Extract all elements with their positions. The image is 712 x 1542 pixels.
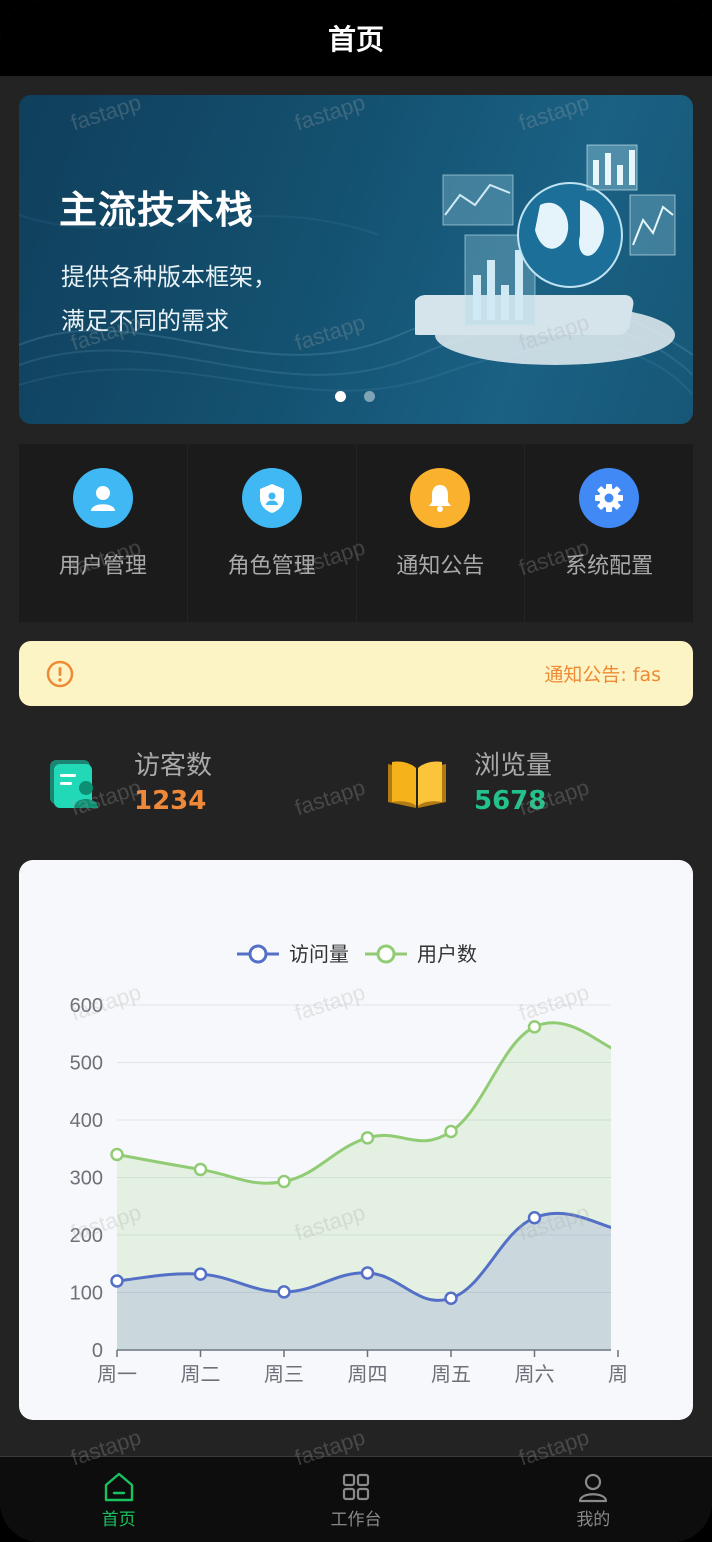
- legend-marker: [248, 944, 268, 964]
- stat-label: 访客数: [134, 751, 213, 781]
- carousel-dot-1[interactable]: [335, 391, 346, 402]
- banner-subtitle-line2: 满足不同的需求: [61, 307, 229, 335]
- page-title: 首页: [327, 23, 384, 56]
- tab-mine[interactable]: 我的: [475, 1457, 712, 1542]
- menu-item-label: 系统配置: [565, 554, 654, 579]
- home-icon: [104, 1472, 133, 1502]
- data-point: [527, 1020, 542, 1034]
- y-tick-label: 300: [70, 1168, 103, 1190]
- banner-carousel[interactable]: 主流技术栈 提供各种版本框架， 满足不同的需求: [19, 95, 693, 424]
- notice-bar[interactable]: 通知公告: fas: [19, 641, 693, 706]
- tab-label: 首页: [101, 1510, 136, 1530]
- menu-item-notice[interactable]: 通知公告: [357, 444, 526, 622]
- x-tick-label: 周三: [264, 1362, 304, 1386]
- data-point: [613, 1224, 624, 1235]
- banner-subtitle-line1: 提供各种版本框架，: [61, 263, 277, 291]
- grid-icon: [342, 1473, 370, 1501]
- legend-label: 用户数: [417, 942, 477, 966]
- plot-area: [110, 1020, 624, 1350]
- shield-icon: [241, 468, 302, 528]
- quick-menu-grid: 用户管理 角色管理 通知公告 系统配置: [19, 444, 693, 622]
- data-point: [277, 1285, 291, 1299]
- exclamation-circle-icon: [46, 660, 74, 688]
- navbar: 首页: [0, 0, 712, 76]
- menu-item-role-management[interactable]: 角色管理: [188, 444, 357, 622]
- menu-item-label: 用户管理: [58, 554, 147, 579]
- y-tick-label: 200: [70, 1225, 103, 1247]
- menu-item-user-management[interactable]: 用户管理: [19, 444, 188, 622]
- tab-label: 我的: [576, 1510, 611, 1530]
- watermark-text: fastapp: [291, 774, 369, 821]
- gear-icon: [579, 468, 640, 528]
- person-icon: [579, 1473, 608, 1503]
- menu-item-system-config[interactable]: 系统配置: [525, 444, 693, 622]
- data-point: [613, 1046, 624, 1057]
- tab-workbench[interactable]: 工作台: [237, 1457, 474, 1542]
- globe-dashboard-illustration: [415, 144, 676, 365]
- data-point: [110, 1147, 124, 1162]
- data-point: [360, 1131, 375, 1145]
- phone-screen: 首页 主流技术栈 提供各种版本框架， 满足不同的需求 用户管理 角色管理 通知公…: [0, 0, 712, 1542]
- bottom-tab-bar: 首页 工作台 我的: [0, 1456, 712, 1542]
- menu-item-label: 通知公告: [396, 554, 485, 579]
- data-point: [277, 1174, 291, 1189]
- data-point: [444, 1124, 458, 1139]
- x-tick-label: 周二: [181, 1362, 221, 1386]
- y-tick-label: 400: [70, 1110, 103, 1132]
- y-tick-label: 0: [92, 1340, 103, 1362]
- legend-marker: [376, 944, 396, 964]
- data-point: [360, 1266, 375, 1280]
- bell-icon: [410, 468, 471, 528]
- data-point: [193, 1162, 208, 1177]
- data-point: [193, 1267, 208, 1281]
- y-tick-label: 600: [70, 995, 103, 1017]
- x-tick-label: 周: [608, 1362, 628, 1386]
- visitor-card-icon: [50, 760, 98, 808]
- chart-card: 0 100 200 300 400 500 600 周一 周二 周三 周四 周五 周六 周 访问量 用户数: [19, 860, 693, 1420]
- user-icon: [72, 468, 133, 528]
- book-icon: [388, 761, 446, 808]
- stat-value: 1234: [134, 786, 207, 816]
- banner-title: 主流技术栈: [59, 188, 255, 232]
- menu-item-label: 角色管理: [227, 554, 316, 579]
- data-point: [527, 1211, 542, 1225]
- x-tick-label: 周五: [431, 1362, 471, 1386]
- data-point: [444, 1291, 458, 1305]
- legend-label: 访问量: [289, 942, 349, 966]
- stat-label: 浏览量: [474, 751, 553, 781]
- x-tick-label: 周四: [348, 1362, 388, 1386]
- line-area-chart: 0 100 200 300 400 500 600 周一 周二 周三 周四 周五 周六 周 访问量 用户数: [70, 942, 628, 1386]
- y-tick-label: 500: [70, 1053, 103, 1075]
- carousel-indicator: [335, 391, 375, 402]
- notice-text: 通知公告: fas: [544, 664, 661, 686]
- y-tick-label: 100: [70, 1283, 103, 1305]
- tab-label: 工作台: [330, 1510, 382, 1530]
- x-tick-label: 周六: [515, 1362, 555, 1386]
- carousel-dot-2[interactable]: [364, 391, 375, 402]
- x-tick-label: 周一: [97, 1362, 137, 1386]
- tab-home[interactable]: 首页: [0, 1457, 237, 1542]
- stat-value: 5678: [474, 786, 547, 816]
- data-point: [110, 1274, 124, 1288]
